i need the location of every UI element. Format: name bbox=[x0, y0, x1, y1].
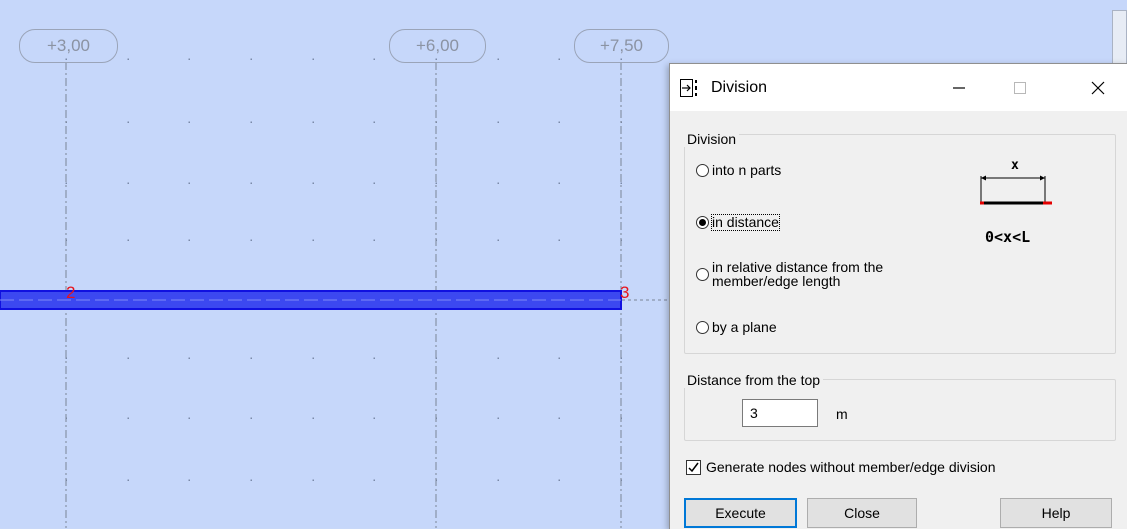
grid-dot bbox=[497, 479, 499, 481]
dialog-title: Division bbox=[711, 79, 768, 96]
grid-dot bbox=[558, 58, 560, 60]
grid-dot bbox=[620, 182, 622, 184]
grid-dot bbox=[373, 58, 375, 60]
grid-dot bbox=[127, 357, 129, 359]
grid-dot bbox=[312, 182, 314, 184]
grid-dot bbox=[558, 357, 560, 359]
checkbox-box[interactable] bbox=[686, 459, 701, 475]
division-group-label: Division bbox=[684, 131, 740, 147]
checkbox-label: Generate nodes without member/edge divis… bbox=[706, 459, 996, 475]
grid-dot bbox=[250, 479, 252, 481]
radio-label: by a plane bbox=[712, 319, 777, 335]
close-icon bbox=[1091, 81, 1105, 94]
radio-circle[interactable] bbox=[696, 321, 709, 334]
diagram-x-label: x bbox=[1011, 158, 1019, 173]
grid-dot bbox=[312, 479, 314, 481]
grid-dot bbox=[188, 121, 190, 123]
grid-dot bbox=[373, 417, 375, 419]
grid-dot bbox=[558, 121, 560, 123]
distance-input[interactable]: 3 bbox=[742, 399, 818, 427]
grid-dot bbox=[188, 417, 190, 419]
dialog-titlebar[interactable]: Division bbox=[670, 64, 1127, 111]
grid-dot bbox=[497, 121, 499, 123]
grid-dot bbox=[127, 182, 129, 184]
close-window-button[interactable] bbox=[1075, 64, 1121, 111]
help-button[interactable]: Help bbox=[1000, 498, 1112, 528]
radio-circle-selected[interactable] bbox=[696, 216, 709, 229]
grid-dot bbox=[188, 239, 190, 241]
close-button[interactable]: Close bbox=[807, 498, 917, 528]
grid-dot bbox=[188, 357, 190, 359]
grid-dot bbox=[127, 121, 129, 123]
grid-dot bbox=[250, 357, 252, 359]
grid-dot bbox=[558, 479, 560, 481]
grid-dot bbox=[497, 58, 499, 60]
grid-dot bbox=[497, 239, 499, 241]
grid-dot bbox=[497, 417, 499, 419]
minimize-button[interactable] bbox=[936, 64, 982, 111]
radio-relative-distance[interactable]: in relative distance from the member/edg… bbox=[696, 260, 883, 288]
grid-dot bbox=[188, 182, 190, 184]
grid-dot bbox=[127, 58, 129, 60]
maximize-button[interactable] bbox=[997, 64, 1043, 111]
grid-dot bbox=[250, 121, 252, 123]
radio-label-line2: member/edge length bbox=[712, 273, 841, 289]
grid-dot bbox=[65, 182, 67, 184]
generate-nodes-checkbox[interactable]: Generate nodes without member/edge divis… bbox=[686, 459, 996, 475]
grid-dot bbox=[250, 417, 252, 419]
grid-dot bbox=[373, 121, 375, 123]
grid-dot bbox=[312, 58, 314, 60]
radio-circle[interactable] bbox=[696, 268, 709, 281]
grid-dot bbox=[127, 479, 129, 481]
execute-button[interactable]: Execute bbox=[684, 498, 797, 528]
grid-dot bbox=[127, 239, 129, 241]
division-dialog: Division Division into n parts in distan… bbox=[669, 63, 1127, 529]
grid-dot bbox=[188, 58, 190, 60]
radio-into-n-parts[interactable]: into n parts bbox=[696, 163, 781, 178]
grid-dot bbox=[312, 417, 314, 419]
axis-label-7-5: +7,50 bbox=[574, 29, 669, 63]
distance-unit: m bbox=[836, 406, 848, 422]
grid-dot bbox=[250, 182, 252, 184]
maximize-icon bbox=[1014, 81, 1026, 94]
grid-dot bbox=[250, 239, 252, 241]
axis-label-6: +6,00 bbox=[389, 29, 486, 63]
distance-group-label: Distance from the top bbox=[684, 372, 824, 388]
node-label-2: 2 bbox=[66, 283, 76, 302]
grid-dot bbox=[127, 417, 129, 419]
minimize-icon bbox=[953, 86, 965, 89]
division-diagram: x bbox=[976, 158, 1056, 212]
grid-dot bbox=[312, 357, 314, 359]
node-label-3: 3 bbox=[620, 283, 630, 302]
axis-label-3: +3,00 bbox=[19, 29, 118, 63]
radio-label: in distance bbox=[711, 214, 780, 231]
diagram-formula: 0<x<L bbox=[985, 228, 1031, 246]
grid-dot bbox=[373, 479, 375, 481]
grid-dot bbox=[558, 182, 560, 184]
grid-dot bbox=[188, 479, 190, 481]
radio-in-distance[interactable]: in distance bbox=[696, 214, 780, 231]
grid-dot bbox=[250, 58, 252, 60]
grid-dot bbox=[373, 357, 375, 359]
grid-dot bbox=[312, 121, 314, 123]
radio-label-multiline: in relative distance from the member/edg… bbox=[712, 260, 883, 288]
grid-dot bbox=[497, 182, 499, 184]
radio-by-a-plane[interactable]: by a plane bbox=[696, 320, 777, 335]
radio-label: into n parts bbox=[712, 162, 782, 178]
grid-dot bbox=[558, 417, 560, 419]
check-icon bbox=[688, 462, 699, 472]
division-arrow-icon bbox=[680, 79, 700, 97]
grid-dot bbox=[435, 182, 437, 184]
grid-dot bbox=[558, 239, 560, 241]
grid-dot bbox=[497, 357, 499, 359]
grid-dot bbox=[312, 239, 314, 241]
grid-dot bbox=[373, 182, 375, 184]
grid-dot bbox=[373, 239, 375, 241]
radio-circle[interactable] bbox=[696, 164, 709, 177]
